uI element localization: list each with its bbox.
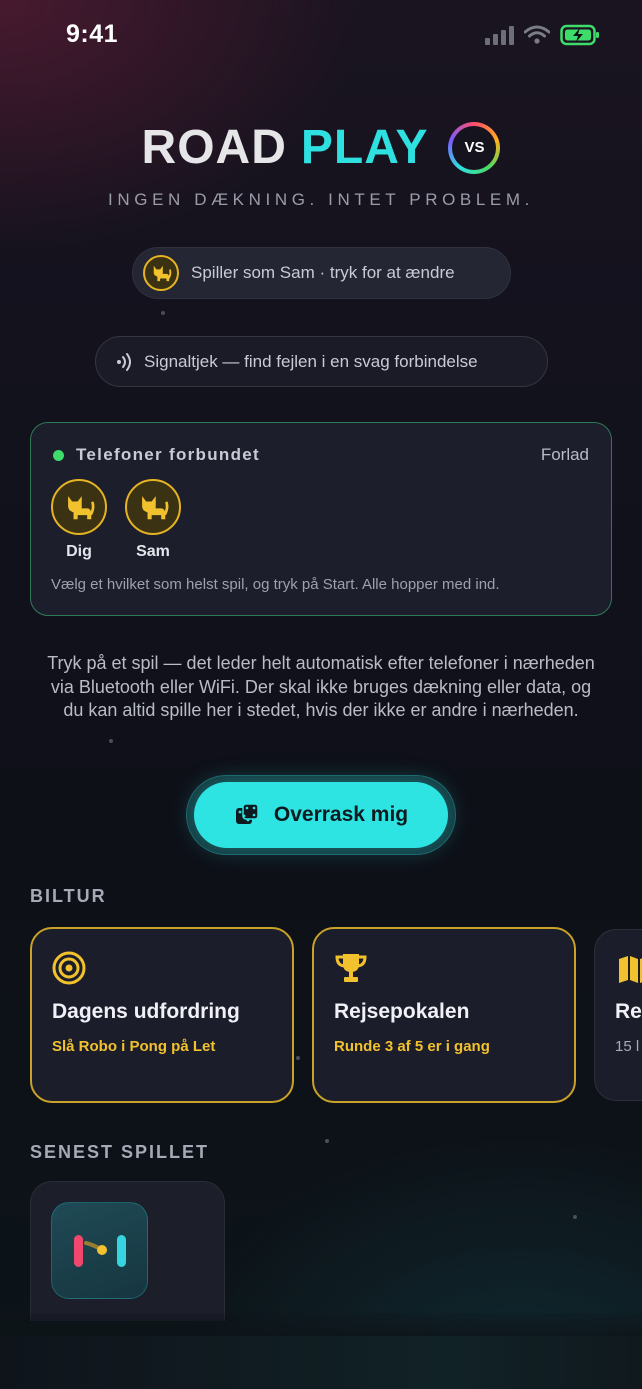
road-trip-section-title: BILTUR xyxy=(30,886,107,906)
cat-avatar-icon xyxy=(143,255,179,291)
travel-cup-card[interactable]: Rejsepokalen Runde 3 af 5 er i gang xyxy=(312,927,576,1103)
vs-badge: VS xyxy=(448,121,501,174)
player-name: Dig xyxy=(66,543,92,560)
app-title: ROAD PLAY VS xyxy=(0,120,642,175)
card-title: Rejsepokalen xyxy=(334,1000,470,1023)
cat-avatar-icon xyxy=(125,479,181,535)
pong-game-icon xyxy=(51,1202,148,1299)
signal-waves-icon xyxy=(117,352,131,371)
connection-note: Vælg et hvilket som helst spil, og tryk … xyxy=(51,576,500,593)
decor-speck xyxy=(325,1139,329,1143)
player-you: Dig xyxy=(49,479,109,561)
leave-button[interactable]: Forlad xyxy=(541,445,589,465)
surprise-me-button[interactable]: Overrask mig xyxy=(194,782,448,848)
app-subtitle: INGEN DÆKNING. INTET PROBLEM. xyxy=(108,190,534,209)
connection-title: Telefoner forbundet xyxy=(76,445,260,464)
status-icons xyxy=(485,24,600,46)
card-title: Re xyxy=(615,1000,642,1023)
player-sam: Sam xyxy=(123,479,183,561)
signal-check-label: Signaltjek — find fejlen i en svag forbi… xyxy=(144,351,478,371)
status-time: 9:41 xyxy=(66,20,119,48)
recent-game-card[interactable] xyxy=(30,1181,225,1321)
card-subtitle: Runde 3 af 5 er i gang xyxy=(334,1038,490,1055)
decor-speck xyxy=(109,739,113,743)
partial-card[interactable]: Re 15 l xyxy=(594,929,642,1101)
map-icon xyxy=(619,956,642,983)
card-subtitle: 15 l xyxy=(615,1038,640,1055)
battery-charging-icon xyxy=(560,24,599,46)
daily-challenge-card[interactable]: Dagens udfordring Slå Robo i Pong på Let xyxy=(30,927,294,1103)
wifi-icon xyxy=(524,25,550,44)
player-select-label: Spiller som Sam · tryk for at ændre xyxy=(191,263,455,282)
target-icon xyxy=(52,951,86,985)
connected-status-dot xyxy=(53,450,64,461)
vs-badge-label: VS xyxy=(452,125,497,170)
cat-avatar-icon xyxy=(51,479,107,535)
card-title: Dagens udfordring xyxy=(52,1000,240,1023)
recent-section-title: SENEST SPILLET xyxy=(30,1142,210,1162)
title-play: PLAY xyxy=(300,121,429,174)
surprise-me-label: Overrask mig xyxy=(273,803,409,826)
bottom-bar xyxy=(0,1336,642,1389)
player-select-button[interactable]: Spiller som Sam · tryk for at ændre xyxy=(132,247,511,299)
card-subtitle: Slå Robo i Pong på Let xyxy=(52,1038,216,1055)
decor-speck xyxy=(161,311,165,315)
trophy-icon xyxy=(335,954,367,982)
connection-card: Telefoner forbundet Forlad Dig Sam Vælg … xyxy=(30,422,612,616)
cellular-signal-icon xyxy=(485,25,514,45)
decor-speck xyxy=(296,1056,300,1060)
player-name: Sam xyxy=(136,543,170,560)
decor-speck xyxy=(573,1215,577,1219)
description-text: Tryk på et spil — det leder helt automat… xyxy=(47,653,595,720)
signal-check-button[interactable]: Signaltjek — find fejlen i en svag forbi… xyxy=(95,336,548,387)
title-road: ROAD xyxy=(141,121,287,174)
dice-icon xyxy=(235,803,259,824)
